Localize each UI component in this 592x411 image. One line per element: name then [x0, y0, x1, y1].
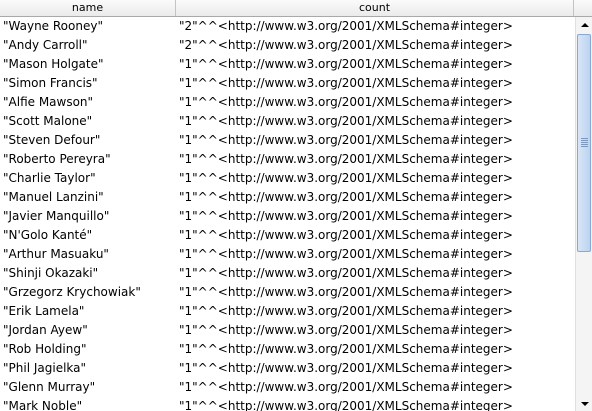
table-row[interactable]: "Charlie Taylor" "1"^^<http://www.w3.org/… [0, 169, 575, 188]
table-row[interactable]: "Roberto Pereyra" "1"^^<http://www.w3.org… [0, 150, 575, 169]
cell-name[interactable]: "Grzegorz Krychowiak" [0, 283, 176, 302]
table-row[interactable]: "Rob Holding" "1"^^<http://www.w3.org/200… [0, 340, 575, 359]
cell-name[interactable]: "Charlie Taylor" [0, 169, 176, 188]
cell-name[interactable]: "Erik Lamela" [0, 302, 176, 321]
cell-count[interactable]: "1"^^<http://www.w3.org/2001/XMLSchema#i… [176, 397, 575, 411]
cell-name[interactable]: "N'Golo Kanté" [0, 226, 176, 245]
cell-count[interactable]: "1"^^<http://www.w3.org/2001/XMLSchema#i… [176, 55, 575, 74]
column-header-name[interactable]: name [0, 0, 176, 16]
cell-count[interactable]: "1"^^<http://www.w3.org/2001/XMLSchema#i… [176, 169, 575, 188]
cell-name[interactable]: "Glenn Murray" [0, 378, 176, 397]
cell-count[interactable]: "1"^^<http://www.w3.org/2001/XMLSchema#i… [176, 150, 575, 169]
cell-name[interactable]: "Andy Carroll" [0, 36, 176, 55]
table-body: "Wayne Rooney" "2"^^<http://www.w3.org/20… [0, 17, 575, 411]
cell-name[interactable]: "Arthur Masuaku" [0, 245, 176, 264]
cell-name[interactable]: "Scott Malone" [0, 112, 176, 131]
table-row[interactable]: "Alfie Mawson" "1"^^<http://www.w3.org/20… [0, 93, 575, 112]
grip-icon [581, 138, 588, 147]
cell-name[interactable]: "Simon Francis" [0, 74, 176, 93]
table-row[interactable]: "Phil Jagielka" "1"^^<http://www.w3.org/2… [0, 359, 575, 378]
table-row[interactable]: "N'Golo Kanté" "1"^^<http://www.w3.org/20… [0, 226, 575, 245]
table-row[interactable]: "Jordan Ayew" "1"^^<http://www.w3.org/200… [0, 321, 575, 340]
scroll-up-button[interactable] [577, 17, 592, 32]
cell-name[interactable]: "Javier Manquillo" [0, 207, 176, 226]
cell-count[interactable]: "1"^^<http://www.w3.org/2001/XMLSchema#i… [176, 359, 575, 378]
table-row[interactable]: "Grzegorz Krychowiak" "1"^^<http://www.w3… [0, 283, 575, 302]
cell-name[interactable]: "Rob Holding" [0, 340, 176, 359]
table-row[interactable]: "Steven Defour" "1"^^<http://www.w3.org/2… [0, 131, 575, 150]
table-row[interactable]: "Javier Manquillo" "1"^^<http://www.w3.or… [0, 207, 575, 226]
table-row[interactable]: "Arthur Masuaku" "1"^^<http://www.w3.org/… [0, 245, 575, 264]
cell-name[interactable]: "Jordan Ayew" [0, 321, 176, 340]
cell-count[interactable]: "1"^^<http://www.w3.org/2001/XMLSchema#i… [176, 283, 575, 302]
cell-name[interactable]: "Alfie Mawson" [0, 93, 176, 112]
cell-count[interactable]: "1"^^<http://www.w3.org/2001/XMLSchema#i… [176, 340, 575, 359]
header-corner [574, 0, 592, 16]
arrow-up-icon [580, 22, 589, 27]
cell-name[interactable]: "Phil Jagielka" [0, 359, 176, 378]
cell-name[interactable]: "Mason Holgate" [0, 55, 176, 74]
table-row[interactable]: "Mason Holgate" "1"^^<http://www.w3.org/2… [0, 55, 575, 74]
cell-name[interactable]: "Roberto Pereyra" [0, 150, 176, 169]
table-row[interactable]: "Andy Carroll" "2"^^<http://www.w3.org/20… [0, 36, 575, 55]
cell-count[interactable]: "1"^^<http://www.w3.org/2001/XMLSchema#i… [176, 378, 575, 397]
cell-name[interactable]: "Wayne Rooney" [0, 17, 176, 36]
vertical-scrollbar[interactable] [575, 17, 592, 411]
cell-count[interactable]: "1"^^<http://www.w3.org/2001/XMLSchema#i… [176, 207, 575, 226]
table-row[interactable]: "Mark Noble" "1"^^<http://www.w3.org/2001… [0, 397, 575, 411]
cell-count[interactable]: "1"^^<http://www.w3.org/2001/XMLSchema#i… [176, 131, 575, 150]
cell-count[interactable]: "1"^^<http://www.w3.org/2001/XMLSchema#i… [176, 245, 575, 264]
scroll-thumb[interactable] [577, 34, 591, 252]
cell-count[interactable]: "1"^^<http://www.w3.org/2001/XMLSchema#i… [176, 93, 575, 112]
table-row[interactable]: "Manuel Lanzini" "1"^^<http://www.w3.org/… [0, 188, 575, 207]
table-row[interactable]: "Wayne Rooney" "2"^^<http://www.w3.org/20… [0, 17, 575, 36]
table-row[interactable]: "Scott Malone" "1"^^<http://www.w3.org/20… [0, 112, 575, 131]
cell-name[interactable]: "Steven Defour" [0, 131, 176, 150]
table-row[interactable]: "Erik Lamela" "1"^^<http://www.w3.org/200… [0, 302, 575, 321]
table-row[interactable]: "Glenn Murray" "1"^^<http://www.w3.org/20… [0, 378, 575, 397]
results-table: name count "Wayne Rooney" "2"^^<http://ww… [0, 0, 592, 411]
cell-count[interactable]: "1"^^<http://www.w3.org/2001/XMLSchema#i… [176, 112, 575, 131]
cell-count[interactable]: "1"^^<http://www.w3.org/2001/XMLSchema#i… [176, 321, 575, 340]
cell-name[interactable]: "Shinji Okazaki" [0, 264, 176, 283]
cell-name[interactable]: "Mark Noble" [0, 397, 176, 411]
cell-count[interactable]: "1"^^<http://www.w3.org/2001/XMLSchema#i… [176, 302, 575, 321]
column-header-count[interactable]: count [176, 0, 574, 16]
scroll-down-button[interactable] [577, 396, 592, 411]
table-row[interactable]: "Simon Francis" "1"^^<http://www.w3.org/2… [0, 74, 575, 93]
cell-count[interactable]: "1"^^<http://www.w3.org/2001/XMLSchema#i… [176, 188, 575, 207]
cell-name[interactable]: "Manuel Lanzini" [0, 188, 176, 207]
cell-count[interactable]: "2"^^<http://www.w3.org/2001/XMLSchema#i… [176, 17, 575, 36]
cell-count[interactable]: "1"^^<http://www.w3.org/2001/XMLSchema#i… [176, 264, 575, 283]
cell-count[interactable]: "2"^^<http://www.w3.org/2001/XMLSchema#i… [176, 36, 575, 55]
table-header: name count [0, 0, 592, 17]
arrow-down-icon [580, 401, 589, 406]
table-row[interactable]: "Shinji Okazaki" "1"^^<http://www.w3.org/… [0, 264, 575, 283]
cell-count[interactable]: "1"^^<http://www.w3.org/2001/XMLSchema#i… [176, 74, 575, 93]
cell-count[interactable]: "1"^^<http://www.w3.org/2001/XMLSchema#i… [176, 226, 575, 245]
